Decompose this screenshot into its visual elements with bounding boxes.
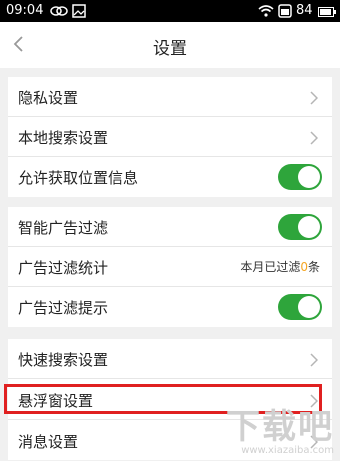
row-label: 智能广告过滤 [18, 219, 109, 237]
chevron-right-icon [310, 352, 319, 371]
row-label: 允许获取位置信息 [18, 169, 139, 187]
row-label: 快速搜索设置 [18, 351, 109, 369]
watermark: 下载吧 www.xiazaiba.com [226, 409, 334, 456]
watermark-logo: 下载吧 [226, 407, 334, 447]
battery-icon [318, 6, 336, 21]
row-allow-location: 允许获取位置信息 [8, 157, 332, 197]
ad-filter-count: 0 [300, 260, 308, 274]
battery-level: 84 [296, 3, 313, 18]
row-quick-search-settings[interactable]: 快速搜索设置 [8, 339, 332, 379]
row-label: 本地搜索设置 [18, 129, 109, 147]
row-label: 广告过滤统计 [18, 259, 109, 277]
status-time: 09:04 [6, 3, 44, 18]
row-smart-ad-filter: 智能广告过滤 [8, 207, 332, 247]
chevron-right-icon [310, 90, 319, 109]
status-bar: 09:04 84 [0, 0, 340, 22]
chevron-right-icon [310, 130, 319, 149]
page-title: 设置 [153, 39, 187, 59]
watermark-url: www.xiazaiba.com [241, 445, 334, 456]
ad-filter-tips-toggle[interactable] [278, 294, 322, 320]
settings-group-ad-filter: 智能广告过滤 广告过滤统计 本月已过滤0条 广告过滤提示 [8, 207, 332, 327]
image-icon [72, 4, 86, 22]
ad-filter-toggle[interactable] [278, 214, 322, 240]
row-privacy-settings[interactable]: 隐私设置 [8, 77, 332, 117]
location-toggle[interactable] [278, 164, 322, 190]
settings-group-privacy: 隐私设置 本地搜索设置 允许获取位置信息 [8, 77, 332, 197]
row-ad-filter-stats[interactable]: 广告过滤统计 本月已过滤0条 [8, 247, 332, 287]
row-label: 隐私设置 [18, 89, 79, 107]
battery-icon [278, 4, 292, 22]
row-local-search-settings[interactable]: 本地搜索设置 [8, 117, 332, 157]
ad-filter-stat-text: 本月已过滤0条 [240, 260, 320, 274]
wifi-icon [258, 4, 274, 21]
wechat-icon [50, 4, 68, 22]
row-label: 广告过滤提示 [18, 299, 109, 317]
row-ad-filter-tips: 广告过滤提示 [8, 287, 332, 327]
row-label: 消息设置 [18, 433, 79, 451]
title-bar: 设置 [0, 22, 340, 68]
